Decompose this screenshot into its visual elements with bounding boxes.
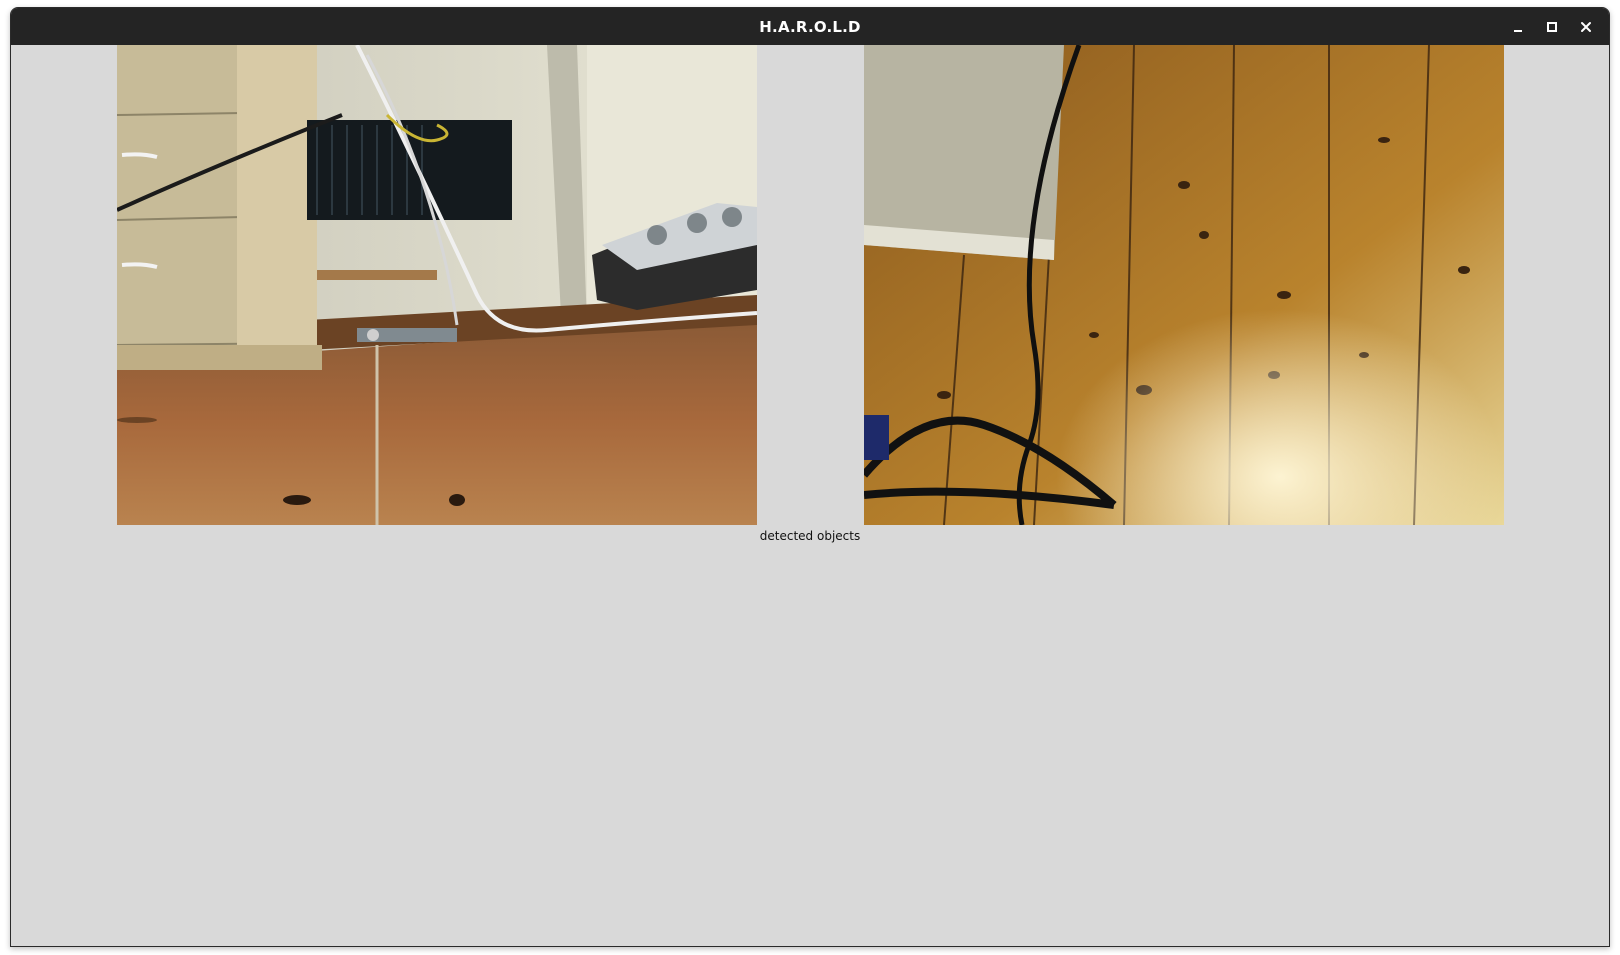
close-icon — [1581, 21, 1591, 32]
minimize-icon — [1514, 29, 1522, 32]
maximize-button[interactable] — [1535, 13, 1569, 41]
title-bar[interactable]: H.A.R.O.L.D — [11, 8, 1609, 45]
right-camera-image — [864, 45, 1504, 525]
right-camera-feed — [864, 45, 1504, 525]
window-title: H.A.R.O.L.D — [759, 17, 861, 36]
app-window: H.A.R.O.L.D detected objects — [10, 7, 1610, 947]
main-content: detected objects — [11, 45, 1609, 946]
minimize-button[interactable] — [1501, 13, 1535, 41]
window-controls — [1501, 8, 1603, 45]
close-button[interactable] — [1569, 13, 1603, 41]
detected-objects-label: detected objects — [759, 529, 861, 543]
left-camera-feed — [117, 45, 757, 525]
maximize-icon — [1547, 21, 1557, 32]
left-camera-image — [117, 45, 757, 525]
